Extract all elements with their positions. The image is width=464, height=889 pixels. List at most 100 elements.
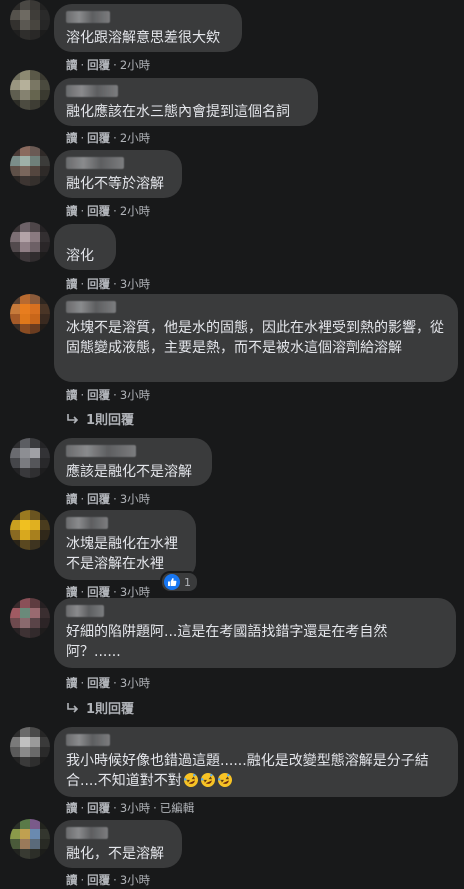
edited-label[interactable]: 已編輯 <box>160 801 195 815</box>
separator-dot: · <box>80 388 85 402</box>
comment-actions: 讀 · 回覆 · 3小時 · 已編輯 <box>66 800 194 816</box>
separator-dot: · <box>113 131 117 145</box>
reply-link[interactable]: 回覆 <box>87 131 110 145</box>
reactions-badge[interactable]: 1 <box>160 571 199 593</box>
comment-bubble: 融化不等於溶解 <box>54 150 182 198</box>
timestamp[interactable]: 2小時 <box>120 131 150 145</box>
timestamp[interactable]: 3小時 <box>120 585 150 599</box>
read-link[interactable]: 讀 <box>66 492 78 506</box>
comment-bubble: 我小時候好像也錯過這題......融化是改變型態溶解是分子結合....不知道對不… <box>54 727 458 797</box>
read-link[interactable]: 讀 <box>66 801 78 815</box>
comment-actions: 讀 · 回覆 · 3小時 <box>66 491 150 507</box>
avatar[interactable] <box>10 819 50 859</box>
commenter-name[interactable] <box>66 605 104 617</box>
reply-link[interactable]: 回覆 <box>87 492 110 506</box>
avatar[interactable] <box>10 510 50 550</box>
separator-dot: · <box>80 131 85 145</box>
reaction-count: 1 <box>184 575 191 589</box>
comment-actions: 讀 · 回覆 · 3小時 <box>66 276 150 292</box>
avatar[interactable] <box>10 70 50 110</box>
avatar[interactable] <box>10 146 50 186</box>
read-link[interactable]: 讀 <box>66 277 78 291</box>
timestamp[interactable]: 2小時 <box>120 58 150 72</box>
reply-link[interactable]: 回覆 <box>87 873 110 887</box>
avatar[interactable] <box>10 222 50 262</box>
timestamp[interactable]: 3小時 <box>120 492 150 506</box>
timestamp[interactable]: 3小時 <box>120 277 150 291</box>
commenter-name[interactable] <box>66 85 118 97</box>
comment-bubble: 冰塊不是溶質，他是水的固態，因此在水裡受到熱的影響，從固態變成液態，主要是熱，而… <box>54 294 458 382</box>
comment-bubble: 融化，不是溶解 <box>54 820 182 868</box>
timestamp[interactable]: 3小時 <box>120 388 150 402</box>
timestamp[interactable]: 2小時 <box>120 204 150 218</box>
separator-dot: · <box>80 873 85 887</box>
comment-actions: 讀 · 回覆 · 2小時 <box>66 130 150 146</box>
reply-link[interactable]: 回覆 <box>87 58 110 72</box>
avatar[interactable] <box>10 598 50 638</box>
comment-bubble: 應該是融化不是溶解 <box>54 438 212 486</box>
comment-bubble: 溶化 <box>54 224 116 270</box>
reply-link[interactable]: 回覆 <box>87 676 110 690</box>
comment-text: 融化應該在水三態內會提到這個名詞 <box>66 104 290 120</box>
separator-dot: · <box>80 58 85 72</box>
read-link[interactable]: 讀 <box>66 131 78 145</box>
comment-bubble: 好細的陷阱題阿...這是在考國語找錯字還是在考自然阿？...... <box>54 598 456 668</box>
avatar[interactable] <box>10 727 50 767</box>
separator-dot: · <box>80 492 85 506</box>
rofl-emojis <box>182 773 233 789</box>
separator-dot: · <box>113 388 117 402</box>
comment-actions: 讀 · 回覆 · 3小時 <box>66 872 150 888</box>
read-link[interactable]: 讀 <box>66 873 78 887</box>
separator-dot: · <box>113 801 117 815</box>
comment-text: 溶化 <box>66 248 94 264</box>
comment-actions: 讀 · 回覆 · 2小時 <box>66 203 150 219</box>
comment-text: 我小時候好像也錯過這題......融化是改變型態溶解是分子結合....不知道對不… <box>66 753 429 789</box>
reply-arrow-icon <box>67 702 79 713</box>
comment-text: 融化，不是溶解 <box>66 846 164 862</box>
separator-dot: · <box>113 873 117 887</box>
separator-dot: · <box>80 204 85 218</box>
read-link[interactable]: 讀 <box>66 585 78 599</box>
commenter-name[interactable] <box>66 734 110 746</box>
read-link[interactable]: 讀 <box>66 58 78 72</box>
commenter-name[interactable] <box>66 157 124 169</box>
reply-link[interactable]: 回覆 <box>87 388 110 402</box>
comment-bubble: 溶化跟溶解意思差很大欸 <box>54 4 242 52</box>
commenter-name[interactable] <box>66 827 108 839</box>
commenter-name[interactable] <box>66 517 108 529</box>
timestamp[interactable]: 3小時 <box>120 873 150 887</box>
replies-count: 1則回覆 <box>86 702 135 717</box>
view-replies-link[interactable]: 1則回覆 <box>66 698 134 717</box>
read-link[interactable]: 讀 <box>66 388 78 402</box>
reply-link[interactable]: 回覆 <box>87 585 110 599</box>
reply-link[interactable]: 回覆 <box>87 801 110 815</box>
separator-dot: · <box>113 676 117 690</box>
read-link[interactable]: 讀 <box>66 204 78 218</box>
rofl-emoji-icon <box>200 773 215 787</box>
comment-text: 冰塊是融化在水裡 不是溶解在水裡 <box>66 536 178 572</box>
like-icon <box>164 574 180 590</box>
comment-text: 好細的陷阱題阿...這是在考國語找錯字還是在考自然阿？...... <box>66 624 388 660</box>
separator-dot: · <box>113 585 117 599</box>
comment-text: 融化不等於溶解 <box>66 176 164 192</box>
reply-link[interactable]: 回覆 <box>87 204 110 218</box>
avatar[interactable] <box>10 438 50 478</box>
timestamp[interactable]: 3小時 <box>120 801 150 815</box>
avatar[interactable] <box>10 294 50 334</box>
comment-actions: 讀 · 回覆 · 3小時 <box>66 387 150 403</box>
reply-link[interactable]: 回覆 <box>87 277 110 291</box>
timestamp[interactable]: 3小時 <box>120 676 150 690</box>
replies-count: 1則回覆 <box>86 413 135 428</box>
view-replies-link[interactable]: 1則回覆 <box>66 409 134 428</box>
read-link[interactable]: 讀 <box>66 676 78 690</box>
commenter-name[interactable] <box>66 301 116 313</box>
separator-dot: · <box>113 492 117 506</box>
rofl-emoji-icon <box>217 773 232 787</box>
avatar[interactable] <box>10 0 50 40</box>
reply-arrow-icon <box>67 413 79 424</box>
comment-text-wrap: 我小時候好像也錯過這題......融化是改變型態溶解是分子結合....不知道對不… <box>66 751 446 791</box>
commenter-name[interactable] <box>66 445 136 457</box>
comment-text: 應該是融化不是溶解 <box>66 464 192 480</box>
commenter-name[interactable] <box>66 11 110 23</box>
rofl-emoji-icon <box>183 773 198 787</box>
